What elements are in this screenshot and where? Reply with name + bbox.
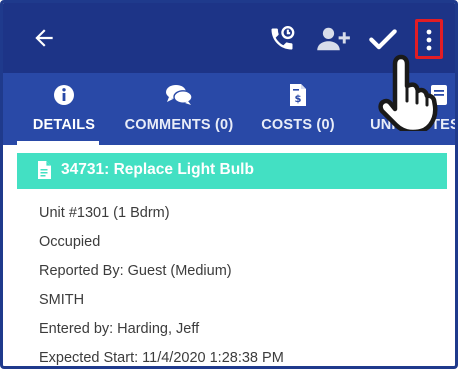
entered-by-line: Entered by: Harding, Jeff xyxy=(39,321,200,337)
expected-start-line: Expected Start: 11/4/2020 1:28:38 PM xyxy=(39,350,284,366)
work-order-banner: 34731: Replace Light Bulb xyxy=(17,153,447,189)
tab-comments[interactable]: COMMENTS (0) xyxy=(113,73,245,145)
reported-by-line: Reported By: Guest (Medium) xyxy=(39,263,232,279)
tab-costs[interactable]: $ COSTS (0) xyxy=(253,73,343,145)
tap-hand-icon xyxy=(378,54,438,131)
details-panel: Unit #1301 (1 Bdrm) Occupied Reported By… xyxy=(17,189,447,366)
unit-line: Unit #1301 (1 Bdrm) xyxy=(39,205,170,221)
check-icon[interactable] xyxy=(369,27,397,51)
selected-tab-indicator xyxy=(17,141,99,145)
more-vert-icon xyxy=(426,29,432,51)
chat-bubbles-icon xyxy=(166,85,193,105)
work-order-title: 34731: Replace Light Bulb xyxy=(61,161,254,178)
svg-text:$: $ xyxy=(295,94,302,105)
app-window: DETAILS COMMENTS (0) $ COSTS (0) UNIT NO… xyxy=(0,0,458,369)
tab-costs-label: COSTS (0) xyxy=(261,117,335,133)
add-user-icon[interactable] xyxy=(315,25,351,53)
tab-details-label: DETAILS xyxy=(32,117,96,133)
occupancy-line: Occupied xyxy=(39,234,101,250)
info-icon xyxy=(54,85,74,105)
guest-name-line: SMITH xyxy=(39,292,85,308)
back-arrow-icon[interactable] xyxy=(31,25,57,51)
invoice-icon: $ xyxy=(290,84,306,106)
document-icon xyxy=(38,161,51,179)
tab-details[interactable]: DETAILS xyxy=(17,73,111,145)
tab-comments-label: COMMENTS (0) xyxy=(124,117,234,133)
phone-callback-icon[interactable] xyxy=(268,25,296,53)
